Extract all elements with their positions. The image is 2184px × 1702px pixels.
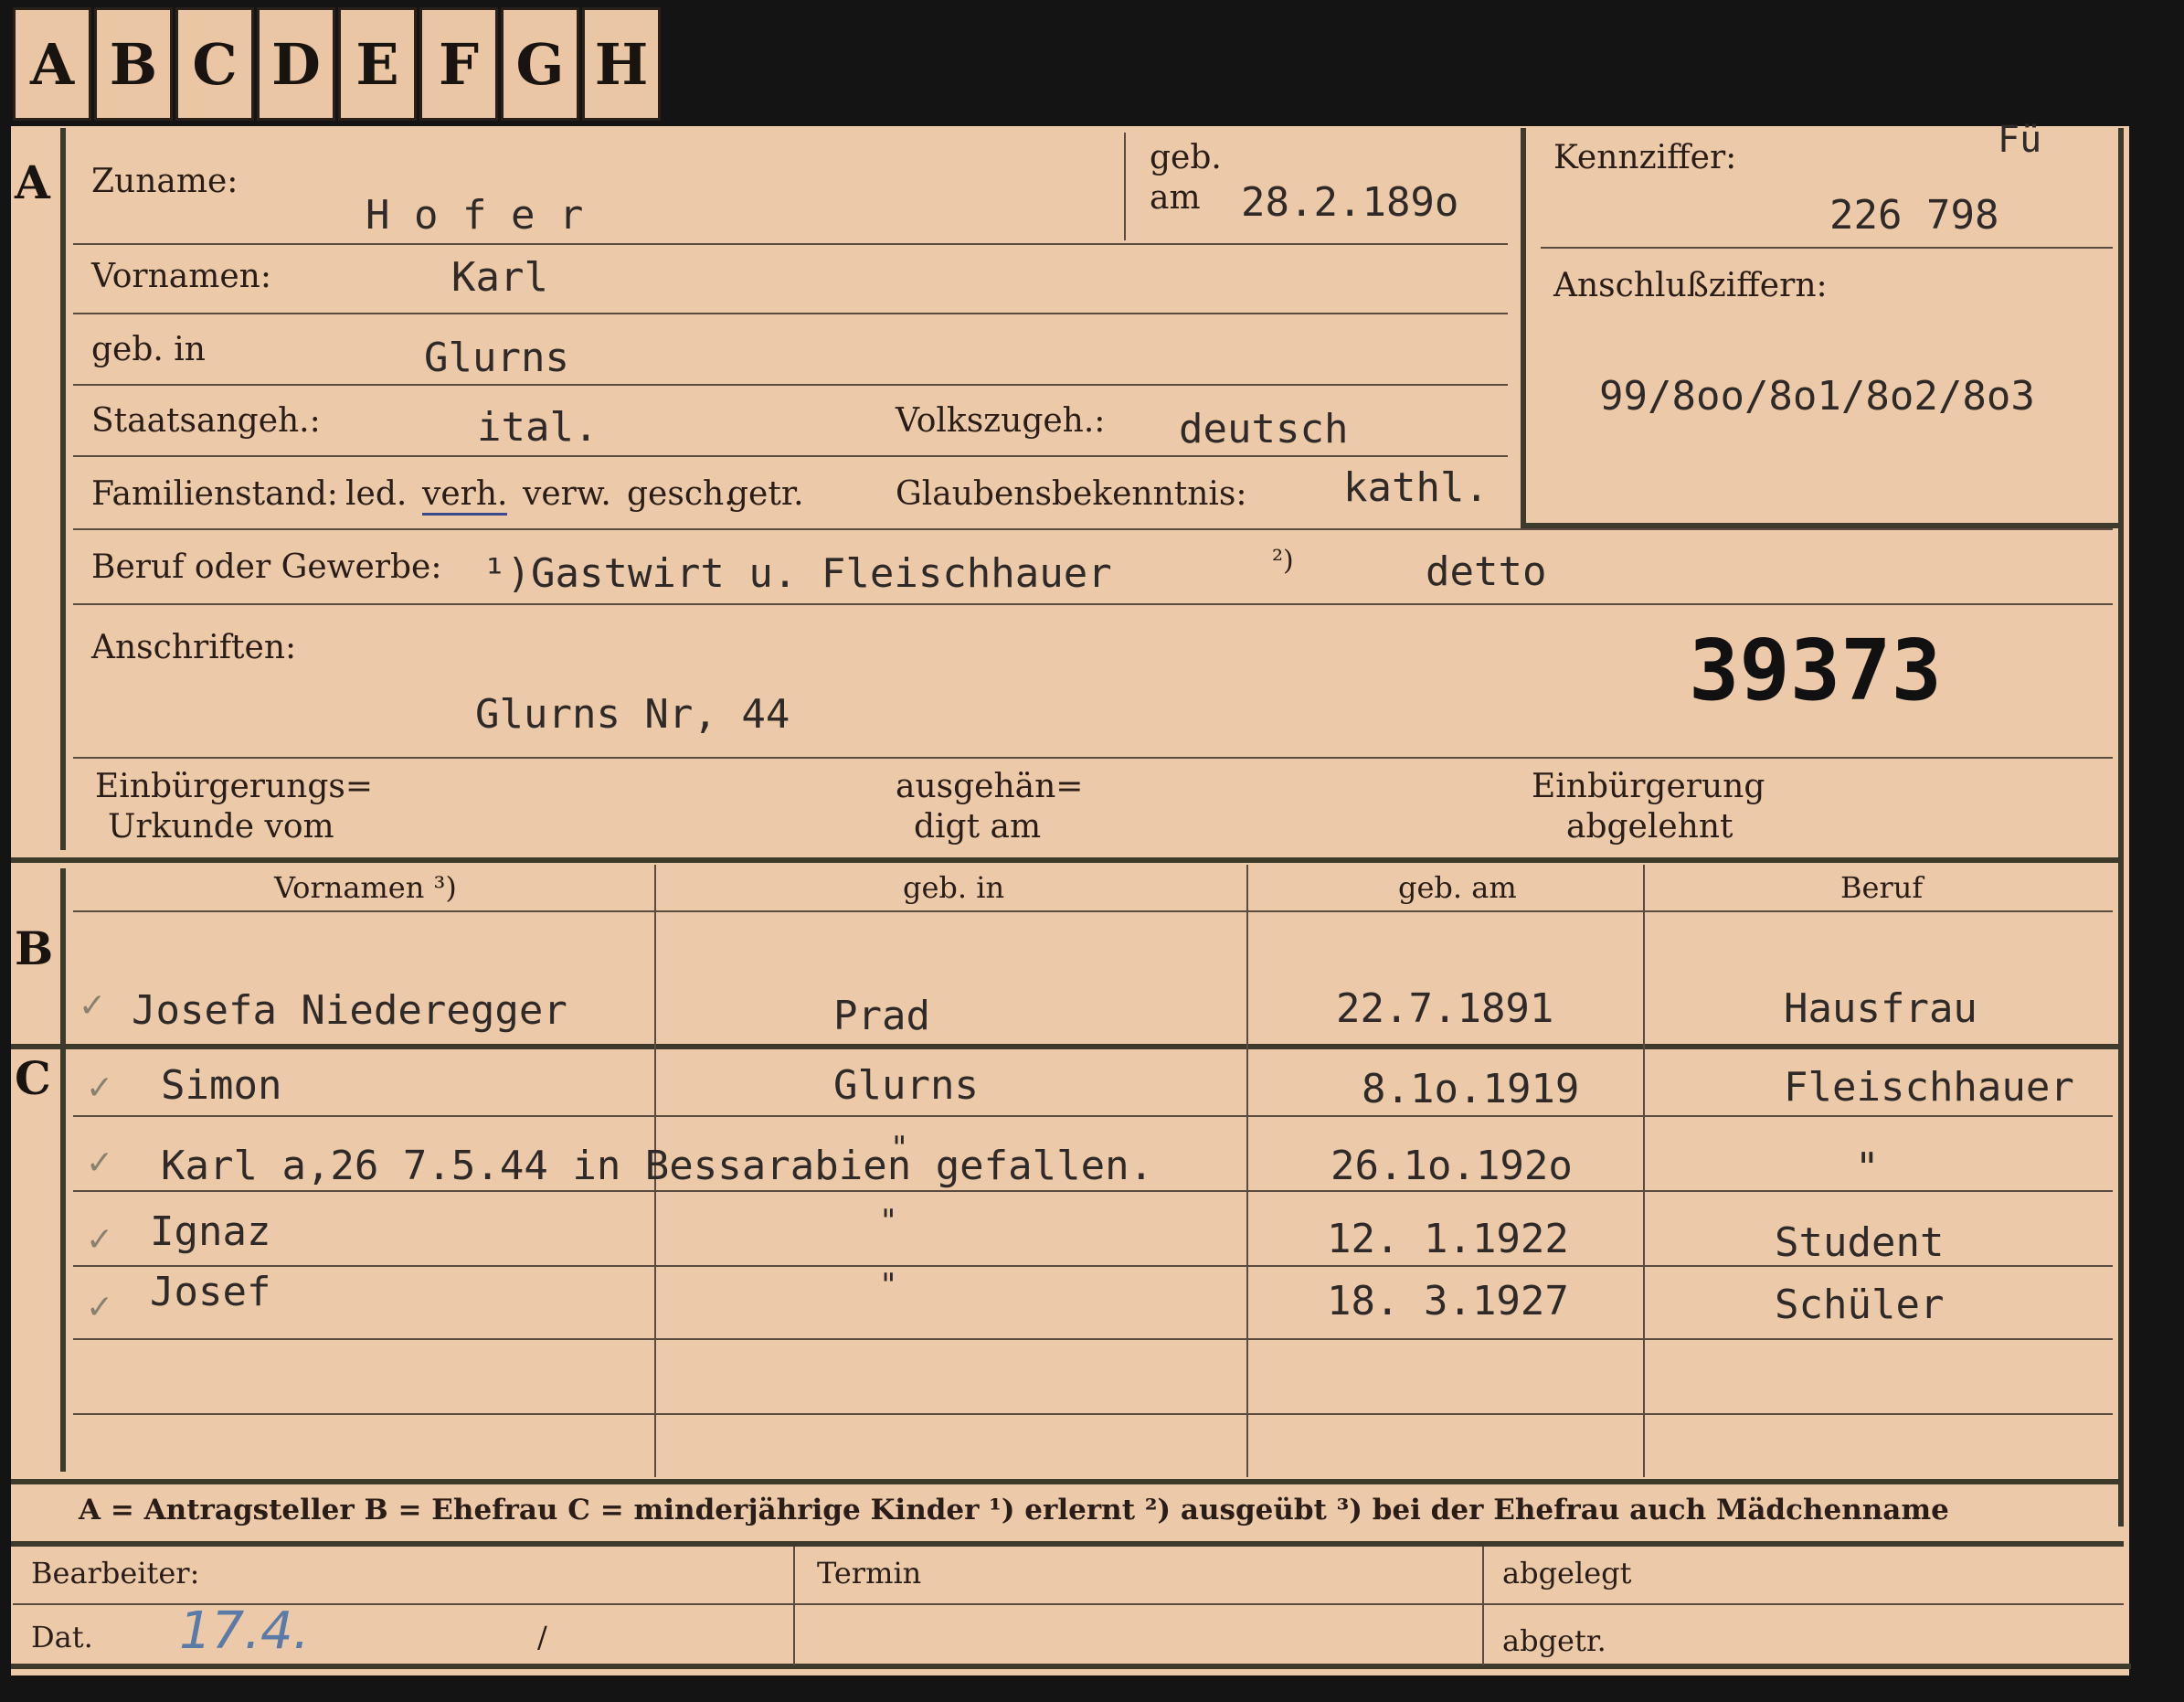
date-slash: / xyxy=(537,1620,547,1654)
tab-g[interactable]: G xyxy=(501,7,579,121)
frame-line xyxy=(11,1664,2131,1669)
abgetr-label: abgetr. xyxy=(1502,1623,1606,1658)
spouse-birthdate: 22.7.1891 xyxy=(1336,985,1554,1032)
zuname-value: H o f e r xyxy=(366,192,584,239)
anschlussziffern-value: 99/8oo/8o1/8o2/8o3 xyxy=(1599,373,2035,420)
tab-e[interactable]: E xyxy=(338,7,417,121)
beruf-ausgeuebt-mark: ²) xyxy=(1272,545,1294,577)
tab-h[interactable]: H xyxy=(582,7,661,121)
vornamen-value: Karl xyxy=(451,254,548,301)
b-header-geb-am: geb. am xyxy=(1398,870,1517,905)
child-1-occupation: Fleischhauer xyxy=(1784,1064,2074,1111)
familienstand-option-getr: getr. xyxy=(727,475,804,513)
child-2-name-note: Karl a,26 7.5.44 in Bessarabien gefallen… xyxy=(161,1143,1154,1189)
kennziffer-label: Kennziffer: xyxy=(1553,139,1737,176)
einbuergerung-abgelehnt-label: Einbürgerung xyxy=(1532,768,1765,805)
tab-a[interactable]: A xyxy=(13,7,91,121)
handwritten-date: 17.4. xyxy=(179,1601,310,1661)
b-header-geb-in: geb. in xyxy=(903,870,1005,905)
einbuergerung-urkunde-label-2: Urkunde vom xyxy=(108,808,334,846)
bearbeiter-label: Bearbeiter: xyxy=(31,1556,200,1590)
tab-b[interactable]: B xyxy=(94,7,173,121)
anschriften-label: Anschriften: xyxy=(91,629,297,666)
anschlussziffern-label: Anschlußziffern: xyxy=(1553,267,1828,304)
tab-d[interactable]: D xyxy=(257,7,335,121)
tab-c[interactable]: C xyxy=(175,7,254,121)
glaubensbekenntnis-label: Glaubensbekenntnis: xyxy=(896,475,1247,513)
child-4-name: Josef xyxy=(150,1269,271,1315)
glaubensbekenntnis-value: kathl. xyxy=(1343,464,1489,511)
volkszugeh-label: Volkszugeh.: xyxy=(896,402,1106,440)
child-4-birthplace: " xyxy=(879,1267,898,1303)
legend: A = Antragsteller B = Ehefrau C = minder… xyxy=(79,1494,1949,1526)
child-2-birthdate: 26.1o.192o xyxy=(1331,1143,1573,1189)
section-b-label: B xyxy=(15,921,54,975)
staatsangeh-label: Staatsangeh.: xyxy=(91,402,321,440)
tab-f[interactable]: F xyxy=(419,7,498,121)
abgelegt-label: abgelegt xyxy=(1502,1556,1632,1590)
anschrift-value: Glurns Nr, 44 xyxy=(475,691,790,738)
frame-line xyxy=(11,857,2124,863)
stamp-number: 39373 xyxy=(1689,622,1942,719)
section-a-label: A xyxy=(15,155,50,209)
volkszugeh-value: deutsch xyxy=(1179,406,1349,452)
b-header-beruf: Beruf xyxy=(1840,870,1924,905)
spouse-occupation: Hausfrau xyxy=(1784,985,1977,1032)
child-4-birthdate: 18. 3.1927 xyxy=(1327,1278,1569,1324)
vornamen-label: Vornamen: xyxy=(91,258,271,295)
child-3-birthdate: 12. 1.1922 xyxy=(1327,1216,1569,1262)
child-1-birthdate: 8.1o.1919 xyxy=(1362,1066,1580,1112)
frame-line xyxy=(11,1479,2124,1484)
familienstand-option-verh-selected: verh. xyxy=(422,475,508,516)
index-tabs: A B C D E F G H xyxy=(13,7,663,124)
child-4-occupation: Schüler xyxy=(1775,1282,1945,1328)
child-2-birthplace: " xyxy=(890,1130,909,1166)
kennziffer-value: 226 798 xyxy=(1829,192,1999,239)
checkmark-icon: ✓ xyxy=(86,1144,114,1182)
familienstand-label: Familienstand: xyxy=(91,475,338,513)
beruf-ausgeuebt-value: detto xyxy=(1426,548,1547,595)
beruf-erlernt-value: ¹)Gastwirt u. Fleischhauer xyxy=(482,550,1112,597)
frame-line xyxy=(11,1044,2124,1049)
geb-am-label-2: am xyxy=(1150,179,1201,217)
familienstand-option-gesch: gesch. xyxy=(627,475,735,513)
familienstand-option-led: led. xyxy=(345,475,408,513)
checkmark-icon: ✓ xyxy=(86,1069,114,1107)
child-3-occupation: Student xyxy=(1775,1219,1945,1266)
staatsangeh-value: ital. xyxy=(477,404,599,451)
geb-in-label: geb. in xyxy=(91,331,206,368)
child-3-name: Ignaz xyxy=(150,1208,271,1255)
child-1-name: Simon xyxy=(161,1062,282,1109)
dat-label: Dat. xyxy=(31,1620,93,1654)
child-3-birthplace: " xyxy=(879,1203,898,1239)
frame-line xyxy=(60,868,66,1472)
frame-line xyxy=(11,1541,2124,1547)
einbuergerung-urkunde-label: Einbürgerungs= xyxy=(95,768,374,805)
section-c-label: C xyxy=(15,1051,51,1105)
zuname-label: Zuname: xyxy=(91,163,239,200)
geb-am-label: geb. xyxy=(1150,139,1222,176)
frame-line xyxy=(60,128,66,850)
einbuergerung-abgelehnt-label-2: abgelehnt xyxy=(1566,808,1733,846)
checkmark-icon: ✓ xyxy=(79,987,107,1025)
spouse-birthplace: Prad xyxy=(833,993,930,1039)
frame-line xyxy=(1521,128,1526,530)
familienstand-option-verw: verw. xyxy=(523,475,611,513)
birth-date-value: 28.2.189o xyxy=(1241,179,1459,226)
b-header-vornamen: Vornamen ³) xyxy=(274,870,457,905)
kennziffer-prefix: Fü xyxy=(1998,119,2042,161)
spouse-name: Josefa Niederegger xyxy=(132,987,567,1034)
ausgehaendigt-label: ausgehän= xyxy=(896,768,1084,805)
geb-in-value: Glurns xyxy=(424,335,569,381)
checkmark-icon: ✓ xyxy=(86,1289,114,1326)
beruf-label: Beruf oder Gewerbe: xyxy=(91,548,442,586)
frame-line xyxy=(2118,128,2124,1526)
termin-label: Termin xyxy=(817,1556,922,1590)
ausgehaendigt-label-2: digt am xyxy=(914,808,1042,846)
checkmark-icon: ✓ xyxy=(86,1221,114,1259)
child-1-birthplace: Glurns xyxy=(833,1062,979,1109)
child-2-occupation: " xyxy=(1855,1144,1880,1191)
